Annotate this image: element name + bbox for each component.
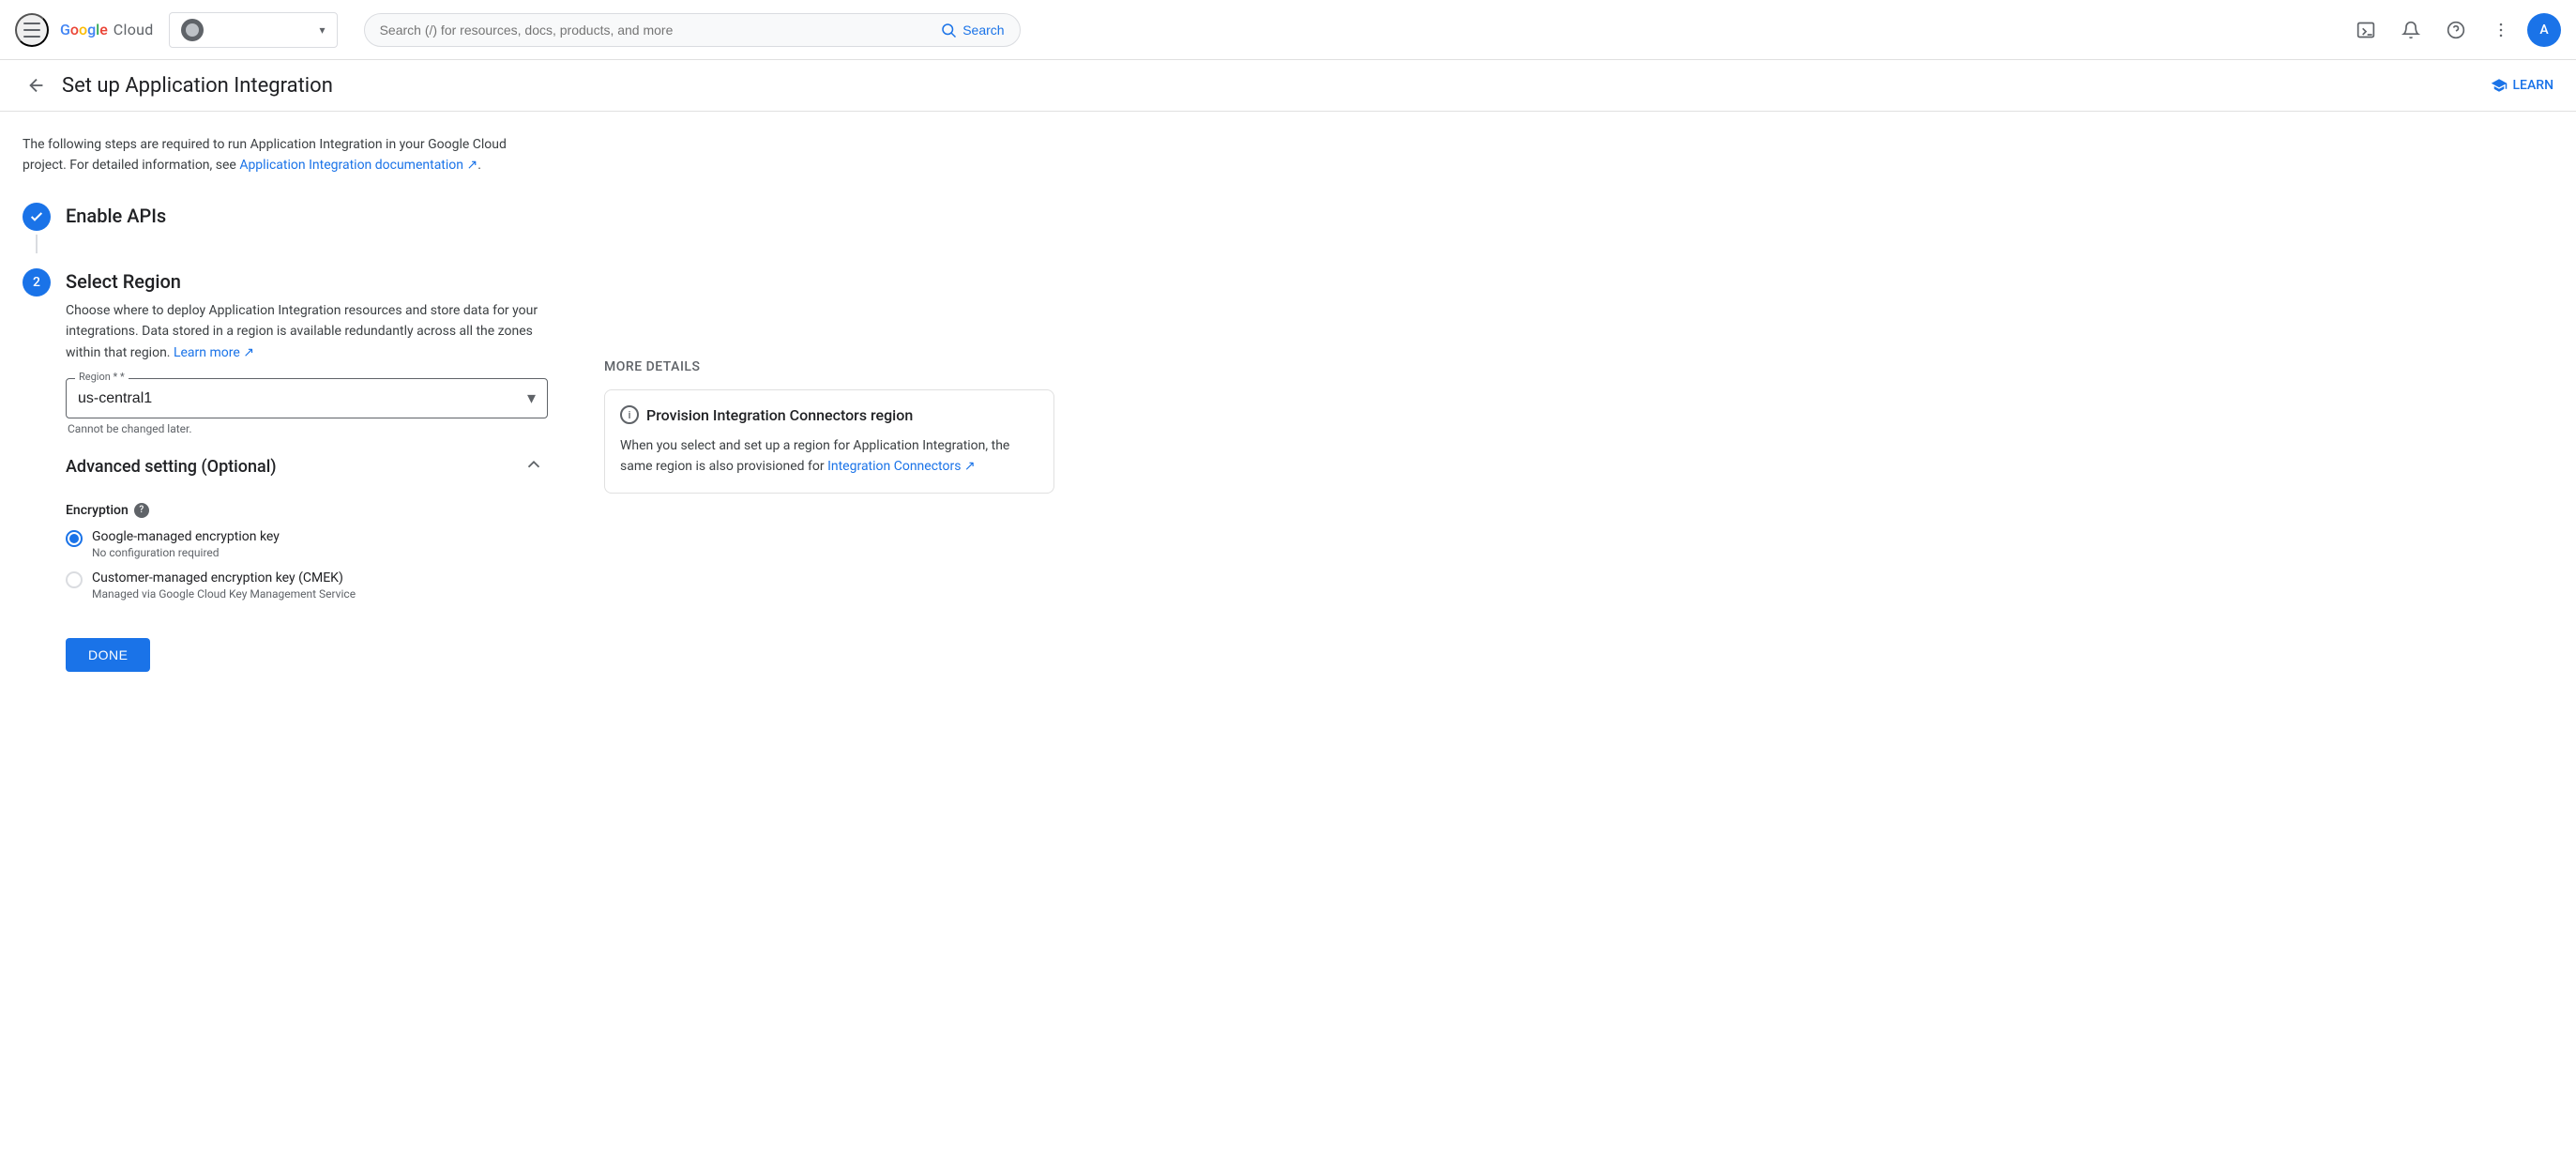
collapse-icon xyxy=(523,454,544,475)
cannot-change-hint: Cannot be changed later. xyxy=(66,422,548,435)
search-input[interactable] xyxy=(380,23,933,38)
more-details-title: More Details xyxy=(604,359,1054,374)
graduate-cap-icon xyxy=(2491,77,2508,94)
cloud-wordmark: Cloud xyxy=(114,21,154,38)
advanced-settings-section: Advanced setting (Optional) Encryption ? xyxy=(66,450,548,601)
collapse-advanced-btn[interactable] xyxy=(520,450,548,484)
page-title: Set up Application Integration xyxy=(62,74,333,98)
region-select-wrapper[interactable]: us-central1 us-east1 us-west1 europe-wes… xyxy=(66,378,548,418)
step-1-indicator xyxy=(23,203,51,253)
step-2-circle: 2 xyxy=(23,268,51,297)
google-managed-radio[interactable] xyxy=(66,530,83,547)
intro-text-after: . xyxy=(477,158,481,173)
done-section: DONE xyxy=(66,623,548,687)
step-2-content: Select Region Choose where to deploy App… xyxy=(66,268,548,687)
customer-managed-option[interactable]: Customer-managed encryption key (CMEK) M… xyxy=(66,570,548,601)
region-select[interactable]: us-central1 us-east1 us-west1 europe-wes… xyxy=(78,390,527,406)
step-2-description: Choose where to deploy Application Integ… xyxy=(66,300,548,363)
done-button[interactable]: DONE xyxy=(66,638,150,672)
checkmark-icon xyxy=(29,209,44,224)
project-avatar xyxy=(181,19,204,41)
step-1-connector xyxy=(36,235,38,253)
region-field-group: Region * us-central1 us-east1 us-west1 e… xyxy=(66,378,548,435)
advanced-title: Advanced setting (Optional) xyxy=(66,457,277,477)
step-2-number: 2 xyxy=(33,275,40,290)
provision-card: i Provision Integration Connectors regio… xyxy=(604,389,1054,494)
search-icon xyxy=(940,22,957,38)
step-1-circle xyxy=(23,203,51,231)
encryption-section: Encryption ? Google-managed encryption k… xyxy=(66,503,548,601)
customer-managed-label-group: Customer-managed encryption key (CMEK) M… xyxy=(92,570,356,601)
info-icon: i xyxy=(620,405,639,424)
google-cloud-logo[interactable]: Google Cloud xyxy=(60,21,154,38)
learn-more-link[interactable]: Learn more ↗ xyxy=(174,345,254,360)
encryption-help-icon[interactable]: ? xyxy=(134,503,149,518)
step-2-title: Select Region xyxy=(66,270,548,293)
project-dropdown-chevron: ▾ xyxy=(320,23,326,37)
hamburger-menu[interactable] xyxy=(15,13,49,47)
learn-link[interactable]: LEARN xyxy=(2491,77,2554,94)
help-btn[interactable] xyxy=(2437,11,2475,49)
top-nav: Google Cloud ▾ Search xyxy=(0,0,2576,60)
search-bar: Search xyxy=(364,13,1021,47)
learn-label: LEARN xyxy=(2513,78,2554,93)
search-button[interactable]: Search xyxy=(940,22,1004,38)
google-managed-label: Google-managed encryption key xyxy=(92,529,280,544)
intro-text: The following steps are required to run … xyxy=(23,134,548,176)
notifications-btn[interactable] xyxy=(2392,11,2430,49)
user-initial: A xyxy=(2539,23,2548,38)
bell-icon xyxy=(2402,21,2420,39)
main-content: The following steps are required to run … xyxy=(0,112,2576,724)
provision-title-text: Provision Integration Connectors region xyxy=(646,406,913,424)
search-btn-label: Search xyxy=(962,23,1004,38)
step-2-indicator: 2 xyxy=(23,268,51,687)
provision-card-title: i Provision Integration Connectors regio… xyxy=(620,405,1038,424)
left-panel: The following steps are required to run … xyxy=(23,134,548,702)
customer-managed-radio[interactable] xyxy=(66,571,83,588)
docs-link[interactable]: Application Integration documentation ↗ xyxy=(239,158,477,173)
advanced-header: Advanced setting (Optional) xyxy=(66,450,548,484)
step-1: Enable APIs xyxy=(23,203,548,253)
google-wordmark: Google xyxy=(60,21,108,38)
encryption-label: Encryption ? xyxy=(66,503,548,518)
terminal-icon-btn[interactable] xyxy=(2347,11,2385,49)
terminal-icon xyxy=(2356,21,2375,39)
customer-managed-label: Customer-managed encryption key (CMEK) xyxy=(92,570,356,586)
user-avatar[interactable]: A xyxy=(2527,13,2561,47)
nav-right-icons: A xyxy=(2347,11,2561,49)
more-vert-icon xyxy=(2492,21,2510,39)
step-2: 2 Select Region Choose where to deploy A… xyxy=(23,268,548,687)
integration-connectors-link[interactable]: Integration Connectors ↗ xyxy=(827,459,976,474)
google-managed-label-group: Google-managed encryption key No configu… xyxy=(92,529,280,559)
subheader: Set up Application Integration LEARN xyxy=(0,60,2576,112)
right-panel: More Details i Provision Integration Con… xyxy=(604,134,1054,702)
back-arrow-icon xyxy=(26,75,47,96)
project-selector[interactable]: ▾ xyxy=(169,12,338,48)
customer-managed-sublabel: Managed via Google Cloud Key Management … xyxy=(92,587,356,601)
back-button[interactable] xyxy=(23,71,51,99)
provision-description: When you select and set up a region for … xyxy=(620,435,1038,478)
step-1-title: Enable APIs xyxy=(66,205,548,227)
google-managed-option[interactable]: Google-managed encryption key No configu… xyxy=(66,529,548,559)
step-1-content: Enable APIs xyxy=(66,203,548,253)
more-options-btn[interactable] xyxy=(2482,11,2520,49)
help-icon xyxy=(2447,21,2465,39)
region-label: Region * xyxy=(75,371,129,383)
google-managed-sublabel: No configuration required xyxy=(92,546,280,559)
subheader-left: Set up Application Integration xyxy=(23,71,333,99)
select-dropdown-arrow: ▾ xyxy=(527,388,536,408)
